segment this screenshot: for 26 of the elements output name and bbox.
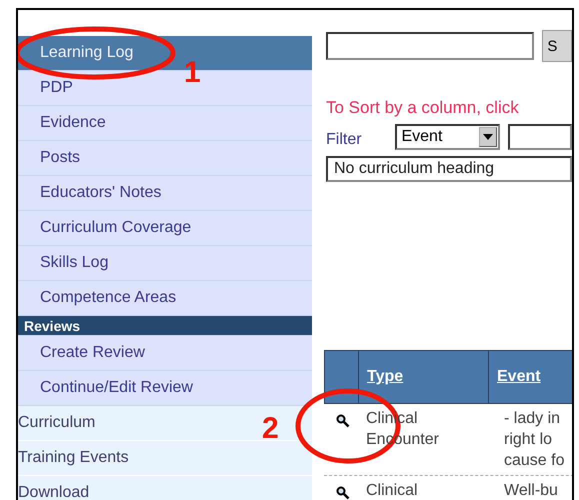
filter-select[interactable]: Event (395, 124, 500, 150)
sidebar-item[interactable]: Curriculum Coverage (18, 211, 312, 246)
sort-hint: To Sort by a column, click (326, 98, 520, 118)
filter-label: Filter (326, 131, 363, 149)
column-header[interactable]: Type (359, 351, 489, 403)
sidebar-item[interactable]: Educators' Notes (18, 176, 312, 211)
sidebar-item[interactable]: Download (18, 476, 312, 500)
table-cell-text: Clinical (365, 481, 419, 500)
sidebar-item[interactable]: Continue/Edit Review (18, 371, 312, 406)
table-cell-text: Well-bu (503, 481, 559, 500)
table-cell-text: - lady in right lo cause fo (503, 409, 566, 471)
column-header[interactable]: Event (489, 351, 572, 403)
sidebar-item[interactable]: Skills Log (18, 246, 312, 281)
sidebar-item[interactable]: Create Review (18, 336, 312, 371)
sidebar-item[interactable]: Competence Areas (18, 281, 312, 316)
search-button[interactable]: S (542, 30, 572, 62)
sidebar-item[interactable]: Posts (18, 141, 312, 176)
filter-field[interactable] (508, 124, 572, 150)
sidebar-item[interactable]: Evidence (18, 106, 312, 141)
search-field[interactable] (326, 32, 534, 60)
sidebar-item[interactable]: Training Events (18, 441, 312, 476)
curriculum-select[interactable]: No curriculum heading (326, 156, 572, 182)
annotation-number: 2 (262, 414, 279, 444)
section-header: Reviews (18, 316, 312, 336)
magnifier-icon[interactable] (336, 414, 350, 428)
magnifier-icon[interactable] (336, 486, 350, 500)
